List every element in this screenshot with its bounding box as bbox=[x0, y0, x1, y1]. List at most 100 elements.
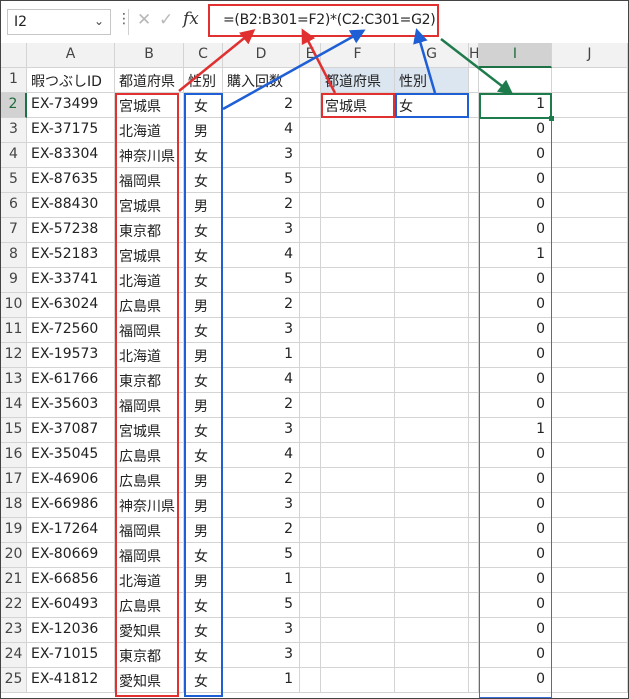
empty-cell[interactable] bbox=[552, 293, 628, 318]
empty-cell[interactable] bbox=[469, 593, 479, 618]
empty-cell[interactable] bbox=[395, 193, 469, 218]
empty-cell[interactable] bbox=[321, 393, 395, 418]
empty-cell[interactable] bbox=[395, 218, 469, 243]
purchase-count-cell[interactable]: 5 bbox=[223, 268, 300, 293]
empty-cell[interactable] bbox=[469, 93, 479, 118]
empty-cell[interactable] bbox=[395, 443, 469, 468]
row-header[interactable]: 21 bbox=[1, 568, 27, 593]
empty-cell[interactable] bbox=[300, 368, 321, 393]
prefecture-cell[interactable]: 宮城県 bbox=[115, 418, 184, 443]
column-header-h[interactable]: H bbox=[469, 43, 479, 68]
prefecture-cell[interactable]: 広島県 bbox=[115, 443, 184, 468]
empty-cell[interactable] bbox=[469, 418, 479, 443]
empty-cell[interactable] bbox=[321, 118, 395, 143]
purchase-count-cell[interactable]: 2 bbox=[223, 393, 300, 418]
result-cell[interactable]: 0 bbox=[479, 143, 552, 168]
cell-g1[interactable]: 性別 bbox=[395, 68, 469, 93]
id-cell[interactable]: EX-35603 bbox=[27, 393, 115, 418]
empty-cell[interactable] bbox=[469, 368, 479, 393]
gender-cell[interactable]: 男 bbox=[184, 468, 223, 493]
column-header-a[interactable]: A bbox=[27, 43, 115, 68]
result-cell[interactable]: 0 bbox=[479, 168, 552, 193]
close-icon[interactable]: ✕ bbox=[137, 10, 151, 30]
row-header[interactable]: 4 bbox=[1, 143, 27, 168]
empty-cell[interactable] bbox=[552, 193, 628, 218]
column-header-b[interactable]: B bbox=[115, 43, 184, 68]
cell-i1[interactable] bbox=[479, 68, 552, 93]
empty-cell[interactable] bbox=[321, 343, 395, 368]
purchase-count-cell[interactable]: 5 bbox=[223, 593, 300, 618]
result-cell[interactable]: 0 bbox=[479, 668, 552, 693]
cell-c1[interactable]: 性別 bbox=[184, 68, 223, 93]
column-header-j[interactable]: J bbox=[552, 43, 628, 68]
prefecture-cell[interactable]: 神奈川県 bbox=[115, 493, 184, 518]
prefecture-cell[interactable]: 東京都 bbox=[115, 643, 184, 668]
gender-cell[interactable]: 女 bbox=[184, 243, 223, 268]
gender-cell[interactable]: 男 bbox=[184, 393, 223, 418]
empty-cell[interactable] bbox=[300, 243, 321, 268]
empty-cell[interactable] bbox=[552, 568, 628, 593]
purchase-count-cell[interactable]: 4 bbox=[223, 243, 300, 268]
empty-cell[interactable] bbox=[395, 568, 469, 593]
empty-cell[interactable] bbox=[469, 443, 479, 468]
purchase-count-cell[interactable]: 3 bbox=[223, 493, 300, 518]
gender-cell[interactable]: 男 bbox=[184, 193, 223, 218]
result-cell[interactable]: 0 bbox=[479, 118, 552, 143]
empty-cell[interactable] bbox=[469, 118, 479, 143]
row-header[interactable]: 18 bbox=[1, 493, 27, 518]
empty-cell[interactable] bbox=[469, 668, 479, 693]
row-header[interactable]: 19 bbox=[1, 518, 27, 543]
gender-cell[interactable]: 男 bbox=[184, 493, 223, 518]
gender-cell[interactable]: 男 bbox=[184, 118, 223, 143]
empty-cell[interactable] bbox=[552, 468, 628, 493]
empty-cell[interactable] bbox=[552, 543, 628, 568]
empty-cell[interactable] bbox=[395, 318, 469, 343]
empty-cell[interactable] bbox=[552, 168, 628, 193]
result-cell[interactable]: 0 bbox=[479, 618, 552, 643]
id-cell[interactable]: EX-33741 bbox=[27, 268, 115, 293]
prefecture-cell[interactable]: 愛知県 bbox=[115, 668, 184, 693]
empty-cell[interactable] bbox=[395, 368, 469, 393]
fx-icon[interactable]: fx bbox=[183, 9, 199, 29]
empty-cell[interactable] bbox=[395, 293, 469, 318]
result-cell[interactable]: 0 bbox=[479, 218, 552, 243]
empty-cell[interactable] bbox=[321, 668, 395, 693]
gender-cell[interactable]: 男 bbox=[184, 568, 223, 593]
column-header-d[interactable]: D bbox=[223, 43, 300, 68]
empty-cell[interactable] bbox=[395, 593, 469, 618]
row-header[interactable]: 10 bbox=[1, 293, 27, 318]
result-cell[interactable]: 0 bbox=[479, 318, 552, 343]
gender-cell[interactable]: 女 bbox=[184, 268, 223, 293]
id-cell[interactable]: EX-63024 bbox=[27, 293, 115, 318]
gender-cell[interactable]: 女 bbox=[184, 418, 223, 443]
empty-cell[interactable] bbox=[300, 218, 321, 243]
empty-cell[interactable] bbox=[321, 143, 395, 168]
id-cell[interactable]: EX-80669 bbox=[27, 543, 115, 568]
empty-cell[interactable] bbox=[395, 343, 469, 368]
id-cell[interactable]: EX-60493 bbox=[27, 593, 115, 618]
empty-cell[interactable] bbox=[300, 318, 321, 343]
result-cell[interactable]: 1 bbox=[479, 93, 552, 118]
column-header-f[interactable]: F bbox=[321, 43, 395, 68]
empty-cell[interactable] bbox=[395, 668, 469, 693]
column-header-e[interactable]: E bbox=[300, 43, 321, 68]
empty-cell[interactable] bbox=[321, 318, 395, 343]
prefecture-cell[interactable]: 広島県 bbox=[115, 293, 184, 318]
purchase-count-cell[interactable]: 3 bbox=[223, 218, 300, 243]
id-cell[interactable]: EX-73499 bbox=[27, 93, 115, 118]
prefecture-cell[interactable]: 宮城県 bbox=[115, 243, 184, 268]
empty-cell[interactable] bbox=[552, 418, 628, 443]
empty-cell[interactable] bbox=[395, 468, 469, 493]
empty-cell[interactable] bbox=[321, 493, 395, 518]
empty-cell[interactable] bbox=[469, 643, 479, 668]
empty-cell[interactable] bbox=[300, 393, 321, 418]
id-cell[interactable]: EX-88430 bbox=[27, 193, 115, 218]
empty-cell[interactable] bbox=[552, 493, 628, 518]
empty-cell[interactable] bbox=[321, 643, 395, 668]
gender-cell[interactable]: 男 bbox=[184, 343, 223, 368]
prefecture-cell[interactable]: 北海道 bbox=[115, 268, 184, 293]
gender-cell[interactable]: 女 bbox=[184, 318, 223, 343]
row-header[interactable]: 2 bbox=[1, 93, 27, 118]
purchase-count-cell[interactable]: 4 bbox=[223, 368, 300, 393]
row-header[interactable]: 9 bbox=[1, 268, 27, 293]
